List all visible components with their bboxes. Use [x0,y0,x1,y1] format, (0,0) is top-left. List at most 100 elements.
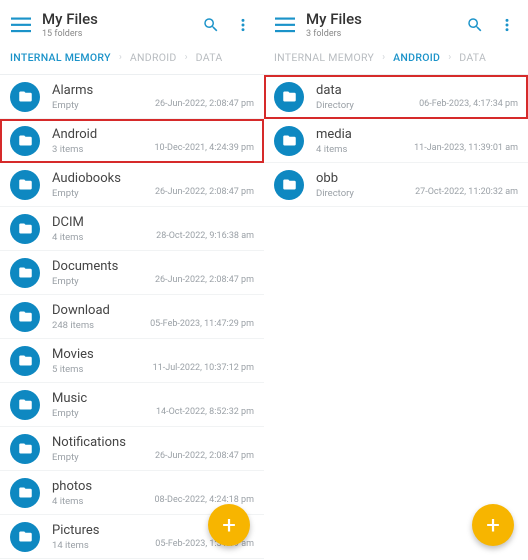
folder-date: 26-Jun-2022, 2:08:47 pm [155,451,254,461]
folder-row[interactable]: DocumentsEmpty26-Jun-2022, 2:08:47 pm [0,251,264,295]
folder-name: DCIM [52,215,156,230]
folder-date: 11-Jul-2022, 10:37:12 pm [153,363,254,373]
search-button[interactable] [464,16,486,34]
breadcrumb: INTERNAL MEMORY › ANDROID › DATA [264,47,528,75]
title-block: My Files 15 folders [42,10,190,39]
folder-icon [10,346,40,376]
folder-name: obb [316,171,415,186]
folder-icon [10,478,40,508]
more-vert-icon [235,17,251,33]
folder-name: media [316,127,414,142]
search-button[interactable] [200,16,222,34]
app-header: My Files 15 folders [0,0,264,47]
folder-icon [10,258,40,288]
more-vert-icon [499,17,515,33]
folder-icon [10,170,40,200]
search-icon [202,16,220,34]
folder-sub: Directory [316,188,415,199]
menu-button[interactable] [10,17,32,33]
breadcrumb-item[interactable]: ANDROID [130,51,177,64]
folder-date: 28-Oct-2022, 9:16:38 am [156,231,254,241]
folder-icon [10,302,40,332]
folder-date: 11-Jan-2023, 11:39:01 am [414,143,518,153]
breadcrumb-item[interactable]: ANDROID [393,51,440,64]
folder-icon [274,126,304,156]
breadcrumb-item[interactable]: INTERNAL MEMORY [10,51,111,64]
folder-name: Download [52,303,150,318]
breadcrumb-item[interactable]: DATA [459,51,486,64]
search-icon [466,16,484,34]
chevron-right-icon: › [382,52,385,63]
folder-icon [10,390,40,420]
screen-right: My Files 3 folders INTERNAL MEMORY › ANDRO… [264,0,528,560]
folder-name: Audiobooks [52,171,155,186]
page-title: My Files [42,10,190,28]
page-subtitle: 15 folders [42,29,190,39]
folder-sub: 4 items [52,496,154,507]
folder-date: 26-Jun-2022, 2:08:47 pm [155,187,254,197]
menu-button[interactable] [274,17,296,33]
screen-left: My Files 15 folders INTERNAL MEMORY › ANDR… [0,0,264,560]
folder-name: Pictures [52,523,155,538]
folder-icon [274,82,304,112]
folder-row[interactable]: media 4 items11-Jan-2023, 11:39:01 am [264,119,528,163]
folder-date: 06-Feb-2023, 4:17:34 pm [419,99,518,109]
page-title: My Files [306,10,454,28]
folder-sub: 4 items [316,144,414,155]
folder-row[interactable]: Android 3 items10-Dec-2021, 4:24:39 pm [0,119,264,163]
chevron-right-icon: › [185,52,188,63]
plus-icon: + [486,513,500,537]
folder-row[interactable]: AlarmsEmpty26-Jun-2022, 2:08:47 pm [0,75,264,119]
folder-sub: 4 items [52,232,156,243]
more-button[interactable] [232,17,254,33]
folder-sub: Empty [52,188,155,199]
title-block: My Files 3 folders [306,10,454,39]
folder-row[interactable]: Audiobooks Empty26-Jun-2022, 2:08:47 pm [0,163,264,207]
folder-date: 26-Jun-2022, 2:08:47 pm [155,99,254,109]
folder-name: Movies [52,347,153,362]
folder-icon [10,434,40,464]
folder-name: photos [52,479,154,494]
folder-date: 10-Dec-2021, 4:24:39 pm [154,143,254,153]
breadcrumb-item[interactable]: DATA [196,51,223,64]
folder-sub: Empty [52,276,155,287]
folder-sub: 3 items [52,144,154,155]
breadcrumb-item[interactable]: INTERNAL MEMORY [274,51,374,64]
chevron-right-icon: › [448,52,451,63]
folder-name: Android [52,127,154,142]
folder-date: 05-Feb-2023, 11:47:29 pm [150,319,254,329]
folder-row[interactable]: Movies 5 items11-Jul-2022, 10:37:12 pm [0,339,264,383]
folder-sub: Empty [52,408,156,419]
folder-icon [10,126,40,156]
folder-sub: Empty [52,100,155,111]
folder-icon [10,214,40,244]
more-button[interactable] [496,17,518,33]
folder-name: Music [52,391,156,406]
fab-add[interactable]: + [208,504,250,546]
file-list[interactable]: dataDirectory06-Feb-2023, 4:17:34 pmmedi… [264,75,528,560]
folder-row[interactable]: obb Directory27-Oct-2022, 11:20:32 am [264,163,528,207]
chevron-right-icon: › [119,52,122,63]
folder-date: 08-Dec-2022, 4:24:18 pm [154,495,254,505]
file-list[interactable]: AlarmsEmpty26-Jun-2022, 2:08:47 pmAndroi… [0,75,264,560]
folder-date: 27-Oct-2022, 11:20:32 am [415,187,518,197]
folder-sub: 14 items [52,540,155,551]
folder-sub: Empty [52,452,155,463]
fab-add[interactable]: + [472,504,514,546]
breadcrumb: INTERNAL MEMORY › ANDROID › DATA [0,47,264,75]
folder-sub: 5 items [52,364,153,375]
page-subtitle: 3 folders [306,29,454,39]
folder-row[interactable]: dataDirectory06-Feb-2023, 4:17:34 pm [264,75,528,119]
plus-icon: + [222,513,236,537]
folder-icon [274,170,304,200]
folder-sub: Directory [316,100,419,111]
folder-sub: 248 items [52,320,150,331]
folder-row[interactable]: Music Empty14-Oct-2022, 8:52:32 pm [0,383,264,427]
folder-row[interactable]: DCIM 4 items28-Oct-2022, 9:16:38 am [0,207,264,251]
folder-row[interactable]: NotificationsEmpty26-Jun-2022, 2:08:47 p… [0,427,264,471]
folder-name: Documents [52,259,155,274]
folder-date: 14-Oct-2022, 8:52:32 pm [156,407,254,417]
folder-row[interactable]: Download 248 items05-Feb-2023, 11:47:29 p… [0,295,264,339]
folder-icon [10,82,40,112]
folder-icon [10,522,40,552]
